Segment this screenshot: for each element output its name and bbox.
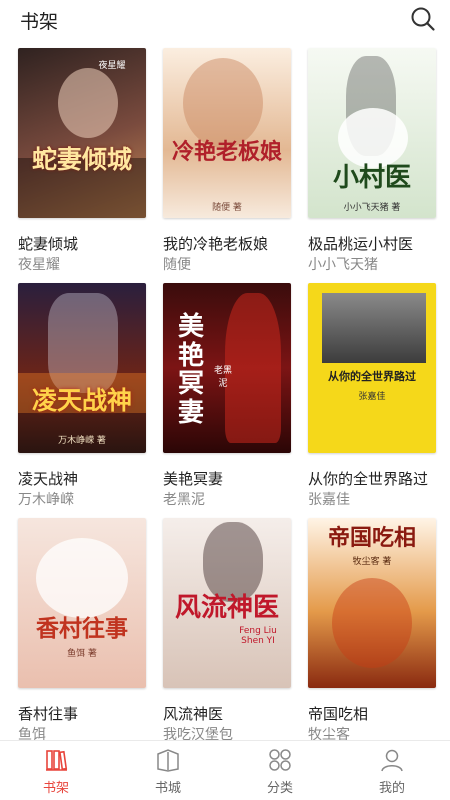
cover-author-text: 老黑泥: [213, 366, 232, 389]
bookstore-icon: [157, 749, 179, 772]
cover-author-text: 张嘉佳: [358, 392, 386, 402]
cover-title-text: 美艳冥妻: [177, 312, 204, 428]
tab-category[interactable]: 分类: [224, 741, 336, 800]
page-title: 书架: [20, 11, 59, 33]
tab-bookstore[interactable]: 书城: [112, 741, 224, 800]
book-author: 张嘉佳: [308, 492, 350, 508]
cover-author-text: Feng Liu Shen YI: [239, 626, 277, 646]
cover-title-text: 冷艳老板娘: [171, 139, 282, 165]
tab-label: 书架: [42, 781, 69, 796]
tab-label: 书城: [154, 781, 181, 796]
book-author: 老黑泥: [163, 492, 205, 508]
bookshelf-grid: 蛇妻倾城 夜星耀 蛇妻倾城 夜星耀 冷艳老板娘 随便 著 我的冷艳老板娘 随便 …: [0, 46, 450, 740]
book-cover[interactable]: 风流神医 Feng Liu Shen YI: [163, 518, 291, 688]
book-cover[interactable]: 香村往事 鱼饵 著: [18, 518, 146, 688]
cover-title-text: 凌天战神: [31, 386, 132, 415]
book-title: 帝国吃相: [308, 705, 369, 723]
cover-author-text: 牧尘客 著: [352, 557, 392, 567]
category-grid-icon: [269, 749, 291, 771]
cover-title-text: 帝国吃相: [327, 525, 416, 551]
book-title: 风流神医: [163, 705, 224, 723]
cover-title-text: 蛇妻倾城: [31, 145, 132, 174]
book-cover[interactable]: 帝国吃相 牧尘客 著: [308, 518, 436, 688]
tab-label: 分类: [266, 781, 293, 796]
book-cover[interactable]: 冷艳老板娘 随便 著: [163, 48, 291, 218]
book-cover[interactable]: 美艳冥妻 老黑泥: [163, 283, 291, 453]
search-icon[interactable]: [410, 6, 436, 32]
book-author: 随便: [163, 257, 191, 273]
book-cover[interactable]: 从你的全世界路过 张嘉佳: [308, 283, 436, 453]
book-title: 从你的全世界路过: [308, 470, 429, 488]
bottom-tab-bar: 书架 书城 分类 我的: [0, 740, 450, 800]
book-title: 极品桃运小村医: [308, 235, 414, 253]
cover-author-text: 随便 著: [212, 203, 242, 213]
cover-author-text: 鱼饵 著: [67, 649, 97, 659]
book-author: 夜星耀: [18, 257, 60, 273]
top-bar: 书架: [0, 0, 450, 40]
book-cover[interactable]: 小村医 小小飞天猪 著: [308, 48, 436, 218]
cover-author-text: 小小飞天猪 著: [343, 203, 401, 213]
book-title: 凌天战神: [18, 470, 79, 488]
cover-title-text: 小村医: [332, 163, 411, 193]
cover-author-text: 夜星耀: [98, 61, 126, 71]
cover-title-text: 香村往事: [36, 615, 128, 642]
book-author: 牧尘客: [308, 727, 350, 740]
book-author: 万木峥嵘: [18, 492, 74, 508]
tab-label: 我的: [378, 781, 405, 796]
book-title: 我的冷艳老板娘: [163, 235, 269, 253]
book-title: 美艳冥妻: [163, 470, 224, 488]
profile-icon: [381, 749, 403, 772]
cover-title-text: 风流神医: [174, 593, 279, 623]
book-author: 小小飞天猪: [308, 257, 378, 273]
cover-title-text: 从你的全世界路过: [328, 370, 416, 383]
book-author: 鱼饵: [18, 727, 46, 740]
book-title: 蛇妻倾城: [18, 235, 79, 253]
tab-profile[interactable]: 我的: [336, 741, 448, 800]
book-cover[interactable]: 凌天战神 万木峥嵘 著: [18, 283, 146, 453]
book-cover[interactable]: 蛇妻倾城 夜星耀: [18, 48, 146, 218]
tab-bookshelf[interactable]: 书架: [0, 741, 112, 800]
bookshelf-icon: [46, 750, 68, 771]
book-title: 香村往事: [18, 705, 79, 723]
book-author: 我吃汉堡包: [163, 727, 233, 740]
cover-author-text: 万木峥嵘 著: [58, 436, 106, 446]
